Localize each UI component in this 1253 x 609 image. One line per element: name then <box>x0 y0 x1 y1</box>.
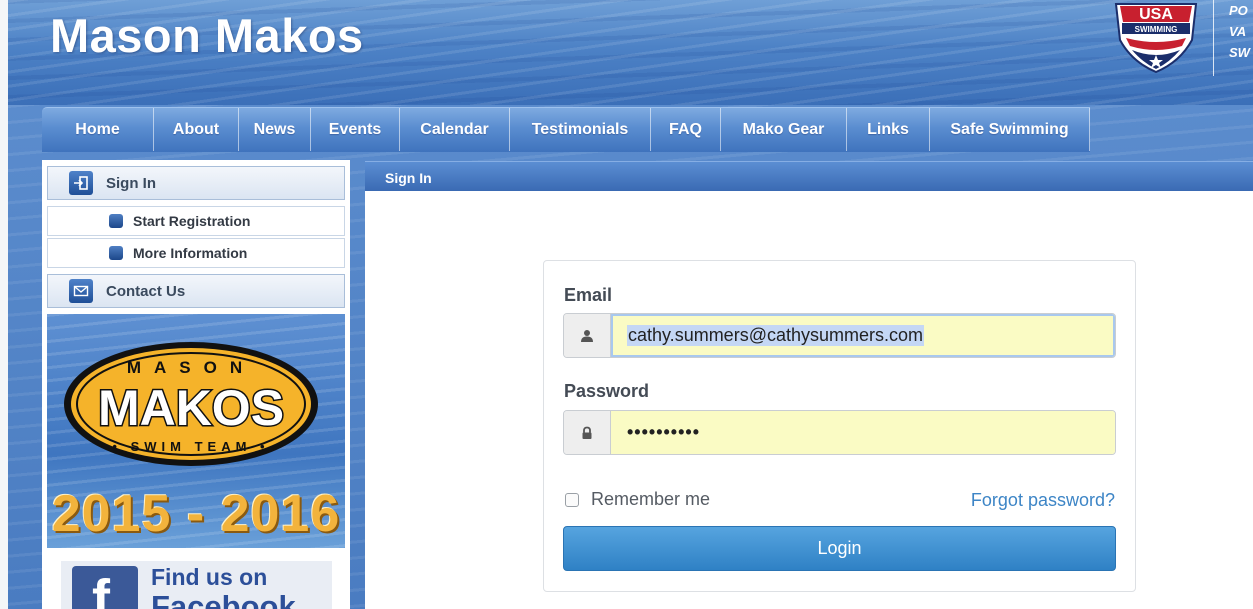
sponsor-line: SW <box>1229 45 1250 60</box>
sidebar-item-contact-us[interactable]: Contact Us <box>47 274 345 308</box>
logo-bottom-text: • SWIM TEAM • <box>112 439 269 454</box>
logo-top-text: MASON <box>127 358 255 377</box>
login-button[interactable]: Login <box>563 526 1116 571</box>
email-label: Email <box>564 285 613 305</box>
sponsor-line: VA <box>1229 24 1247 39</box>
facebook-icon: f <box>72 566 138 609</box>
lock-icon <box>564 411 611 454</box>
sponsor-line: PO <box>1229 3 1248 18</box>
nav-item-news[interactable]: News <box>239 108 311 151</box>
logo-name-text: MAKOS <box>98 380 284 436</box>
nav-item-safe-swimming[interactable]: Safe Swimming <box>930 108 1090 151</box>
nav-item-events[interactable]: Events <box>311 108 400 151</box>
sidebar-item-sign-in[interactable]: Sign In <box>47 166 345 200</box>
section-header-bar: Sign In <box>365 161 1253 191</box>
sidebar-item-label: Start Registration <box>133 213 251 229</box>
nav-item-about[interactable]: About <box>154 108 239 151</box>
password-input-group: •••••••••• <box>563 410 1116 455</box>
nav-item-calendar[interactable]: Calendar <box>400 108 510 151</box>
sidebar-item-label: More Information <box>133 245 248 261</box>
sidebar-item-label: Sign In <box>106 174 156 192</box>
email-field[interactable]: cathy.summers@cathysummers.com <box>611 314 1115 357</box>
season-promo[interactable]: MASON MAKOS • SWIM TEAM • 2015 - 2016 <box>47 314 345 548</box>
password-value: •••••••••• <box>627 422 701 442</box>
password-label: Password <box>564 381 650 401</box>
login-panel: Email cathy.summers@cathysummers.com Pas… <box>543 260 1136 592</box>
facebook-line-2: Facebook <box>151 589 296 609</box>
remember-me-label[interactable]: Remember me <box>591 489 710 510</box>
svg-text:USA: USA <box>1139 6 1173 23</box>
facebook-link[interactable]: f Find us on Facebook <box>61 561 332 609</box>
facebook-text: Find us on Facebook <box>151 565 296 609</box>
nav-item-mako-gear[interactable]: Mako Gear <box>721 108 847 151</box>
nav-item-faq[interactable]: FAQ <box>651 108 721 151</box>
page-edge <box>0 0 8 609</box>
email-value: cathy.summers@cathysummers.com <box>627 325 924 346</box>
sidebar-item-more-information[interactable]: More Information <box>47 238 345 268</box>
facebook-line-1: Find us on <box>151 564 268 590</box>
nav-item-links[interactable]: Links <box>847 108 930 151</box>
sign-in-icon <box>69 171 93 195</box>
sidebar-item-label: Contact Us <box>106 282 186 300</box>
season-years: 2015 - 2016 <box>51 485 341 543</box>
bullet-icon <box>109 214 123 228</box>
mason-makos-logo: MASON MAKOS • SWIM TEAM • <box>64 342 318 466</box>
nav-item-home[interactable]: Home <box>42 108 154 151</box>
nav-item-testimonials[interactable]: Testimonials <box>510 108 651 151</box>
user-icon <box>564 314 611 357</box>
password-field[interactable]: •••••••••• <box>611 411 1115 454</box>
remember-me: Remember me <box>565 489 710 510</box>
section-title: Sign In <box>385 170 432 186</box>
site-header: Mason Makos <box>8 0 1253 105</box>
forgot-password-link[interactable]: Forgot password? <box>971 490 1115 511</box>
main-nav: Home About News Events Calendar Testimon… <box>42 107 1090 152</box>
remember-me-checkbox[interactable] <box>565 492 579 507</box>
usa-swimming-logo[interactable]: USA SWIMMING <box>1110 0 1202 74</box>
sponsor-text: PO VA SW <box>1213 0 1253 76</box>
email-input-group: cathy.summers@cathysummers.com <box>563 313 1116 358</box>
bullet-icon <box>109 246 123 260</box>
sidebar: Sign In Start Registration More Informat… <box>42 160 350 609</box>
svg-text:SWIMMING: SWIMMING <box>1135 25 1178 34</box>
facebook-glyph: f <box>92 569 110 609</box>
sidebar-item-start-registration[interactable]: Start Registration <box>47 206 345 236</box>
site-title[interactable]: Mason Makos <box>50 8 364 63</box>
mail-icon <box>69 279 93 303</box>
